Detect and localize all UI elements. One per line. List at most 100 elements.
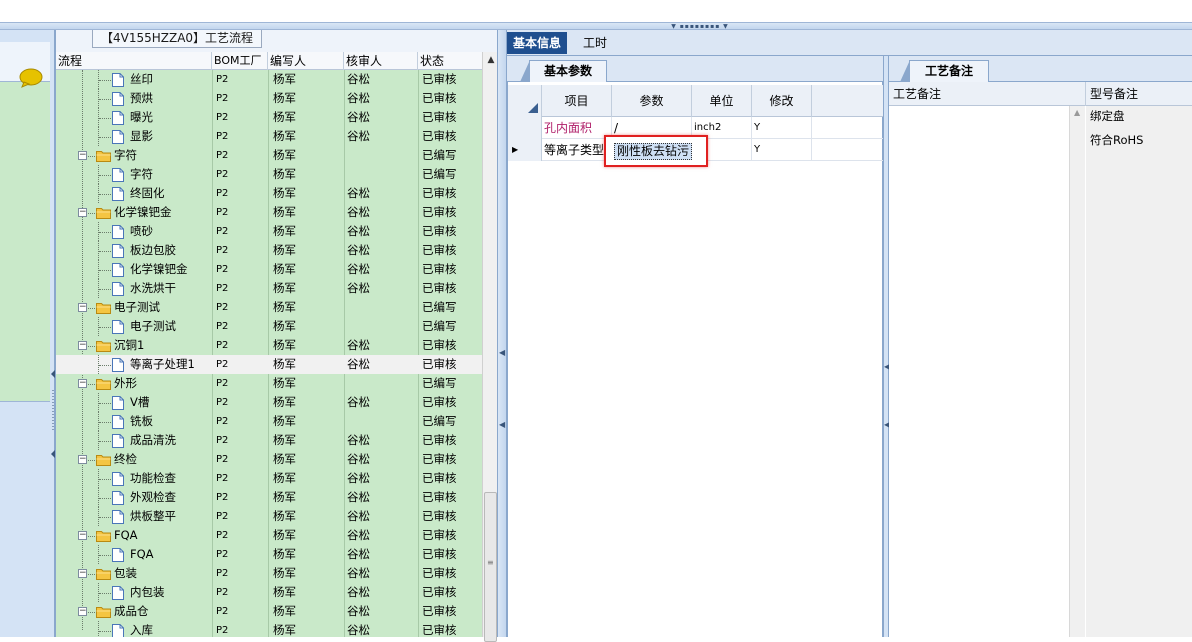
tree-node-label[interactable]: 终固化 [130, 184, 165, 203]
tab-basic-params[interactable]: 基本参数 [520, 60, 607, 82]
tree-row[interactable]: 外观检查 P2 杨军 谷松 已审核 [56, 488, 482, 507]
tree-node-label[interactable]: 电子测试 [130, 317, 176, 336]
tree-row[interactable]: − 终检 P2 杨军 谷松 已审核 [56, 450, 482, 469]
tree-row[interactable]: 喷砂 P2 杨军 谷松 已审核 [56, 222, 482, 241]
splitter-arrow-icon[interactable]: ◀ [499, 348, 505, 357]
chat-bubble-icon[interactable] [18, 68, 44, 88]
col-header-item[interactable]: 项目 [542, 85, 612, 117]
tree-row[interactable]: 终固化 P2 杨军 谷松 已审核 [56, 184, 482, 203]
col-header-status[interactable]: 状态 [418, 52, 482, 70]
col-header-reviewer[interactable]: 核审人 [344, 52, 418, 70]
collapse-toggle-icon[interactable]: − [78, 531, 87, 540]
tree-row[interactable]: V槽 P2 杨军 谷松 已审核 [56, 393, 482, 412]
tree-node-label[interactable]: 丝印 [130, 70, 153, 89]
tree-row[interactable]: 显影 P2 杨军 谷松 已审核 [56, 127, 482, 146]
tree-row[interactable]: 预烘 P2 杨军 谷松 已审核 [56, 89, 482, 108]
tree-row[interactable]: 铣板 P2 杨军 已编写 [56, 412, 482, 431]
tree-row[interactable]: 电子测试 P2 杨军 已编写 [56, 317, 482, 336]
col-header-process[interactable]: 流程 [56, 52, 212, 70]
tree-row[interactable]: − 化学镍钯金 P2 杨军 谷松 已审核 [56, 203, 482, 222]
left-middle-splitter[interactable]: ◀ ◀ [497, 30, 507, 637]
collapse-toggle-icon[interactable]: − [78, 208, 87, 217]
tree-row[interactable]: − 沉铜1 P2 杨军 谷松 已审核 [56, 336, 482, 355]
tree-row[interactable]: − FQA P2 杨军 谷松 已审核 [56, 526, 482, 545]
tree-node-label[interactable]: 功能检查 [130, 469, 176, 488]
plasma-type-edit-cell[interactable]: 刚性板去钻污 [604, 135, 708, 167]
tree-row[interactable]: 入库 P2 杨军 谷松 已审核 [56, 621, 482, 637]
tree-node-label[interactable]: 电子测试 [114, 298, 160, 317]
splitter-grip-icon[interactable]: ▼ ▪▪▪▪▪▪▪▪ ▼ [670, 23, 730, 30]
tree-row[interactable]: 化学镍钯金 P2 杨军 谷松 已审核 [56, 260, 482, 279]
tab-basic-info[interactable]: 基本信息 [507, 32, 568, 54]
col-header-process-notes[interactable]: 工艺备注 [889, 82, 1086, 106]
tree-row[interactable]: 成品清洗 P2 杨军 谷松 已审核 [56, 431, 482, 450]
scroll-up-arrow-icon[interactable]: ▲ [1074, 108, 1080, 117]
tree-node-label[interactable]: 预烘 [130, 89, 153, 108]
tree-node-label[interactable]: 外形 [114, 374, 137, 393]
collapse-toggle-icon[interactable]: − [78, 569, 87, 578]
collapse-toggle-icon[interactable]: − [78, 341, 87, 350]
top-splitter[interactable]: ▼ ▪▪▪▪▪▪▪▪ ▼ [0, 22, 1192, 30]
tree-node-label[interactable]: 水洗烘干 [130, 279, 176, 298]
notes-scrollbar[interactable]: ▲ [1069, 106, 1085, 637]
tree-node-label[interactable]: 化学镍钯金 [130, 260, 188, 279]
col-header-model-notes[interactable]: 型号备注 [1086, 82, 1192, 106]
tree-row[interactable]: − 成品仓 P2 杨军 谷松 已审核 [56, 602, 482, 621]
tree-row[interactable]: 曝光 P2 杨军 谷松 已审核 [56, 108, 482, 127]
collapse-toggle-icon[interactable]: − [78, 151, 87, 160]
tree-node-label[interactable]: 成品仓 [114, 602, 149, 621]
tree-row[interactable]: 烘板整平 P2 杨军 谷松 已审核 [56, 507, 482, 526]
col-header-unit[interactable]: 单位 [692, 85, 752, 117]
tree-row[interactable]: − 外形 P2 杨军 已编写 [56, 374, 482, 393]
tree-row[interactable]: 丝印 P2 杨军 谷松 已审核 [56, 70, 482, 89]
tree-node-label[interactable]: 喷砂 [130, 222, 153, 241]
tree-row[interactable]: 字符 P2 杨军 已编写 [56, 165, 482, 184]
collapse-toggle-icon[interactable]: − [78, 303, 87, 312]
tree-row[interactable]: − 包装 P2 杨军 谷松 已审核 [56, 564, 482, 583]
col-header-bom[interactable]: BOM工厂 [212, 52, 268, 70]
tab-work-hours[interactable]: 工时 [577, 32, 613, 54]
tree-node-label[interactable]: V槽 [130, 393, 149, 412]
tree-row[interactable]: 功能检查 P2 杨军 谷松 已审核 [56, 469, 482, 488]
tree-row[interactable]: 内包装 P2 杨军 谷松 已审核 [56, 583, 482, 602]
tree-node-label[interactable]: 铣板 [130, 412, 153, 431]
model-notes-field[interactable]: 绑定盘 符合RoHS [1086, 106, 1192, 637]
tree-node-label[interactable]: 等离子处理1 [130, 355, 195, 374]
tree-node-label[interactable]: 成品清洗 [130, 431, 176, 450]
tree-node-label[interactable]: 终检 [114, 450, 137, 469]
col-header-param[interactable]: 参数 [612, 85, 692, 117]
tree-node-label[interactable]: 沉铜1 [114, 336, 144, 355]
plasma-type-input[interactable]: 刚性板去钻污 [614, 143, 693, 160]
collapse-toggle-icon[interactable]: − [78, 455, 87, 464]
tree-node-label[interactable]: 外观检查 [130, 488, 176, 507]
tree-node-label[interactable]: 入库 [130, 621, 153, 637]
tree-row[interactable]: FQA P2 杨军 谷松 已审核 [56, 545, 482, 564]
tree-node-label[interactable]: 字符 [130, 165, 153, 184]
tree-row[interactable]: − 字符 P2 杨军 已编写 [56, 146, 482, 165]
col-header-author[interactable]: 编写人 [268, 52, 344, 70]
tree-row[interactable]: 水洗烘干 P2 杨军 谷松 已审核 [56, 279, 482, 298]
tree-node-label[interactable]: 包装 [114, 564, 137, 583]
tree-node-label[interactable]: 板边包胶 [130, 241, 176, 260]
tree-node-label[interactable]: 曝光 [130, 108, 153, 127]
tree-node-label[interactable]: FQA [114, 526, 138, 545]
param-modify[interactable]: Y [752, 139, 812, 161]
scroll-thumb[interactable]: ≡ [484, 492, 497, 642]
collapse-toggle-icon[interactable]: − [78, 379, 87, 388]
tree-row[interactable]: − 电子测试 P2 杨军 已编写 [56, 298, 482, 317]
tab-process-notes[interactable]: 工艺备注 [900, 60, 989, 82]
tree-scrollbar[interactable]: ▲ ≡ [482, 52, 498, 642]
tree-node-label[interactable]: 字符 [114, 146, 137, 165]
tree-row[interactable]: 板边包胶 P2 杨军 谷松 已审核 [56, 241, 482, 260]
splitter-arrow-icon[interactable]: ◀ [499, 420, 505, 429]
tree-node-label[interactable]: FQA [130, 545, 154, 564]
tree-node-label[interactable]: 化学镍钯金 [114, 203, 172, 222]
tree-node-label[interactable]: 显影 [130, 127, 153, 146]
tree-node-label[interactable]: 内包装 [130, 583, 165, 602]
collapse-toggle-icon[interactable]: − [78, 607, 87, 616]
col-header-modify[interactable]: 修改 [752, 85, 812, 117]
param-modify[interactable]: Y [752, 117, 812, 139]
process-notes-field[interactable] [889, 106, 1085, 637]
tree-node-label[interactable]: 烘板整平 [130, 507, 176, 526]
tree-row[interactable]: 等离子处理1 P2 杨军 谷松 已审核 [56, 355, 482, 374]
